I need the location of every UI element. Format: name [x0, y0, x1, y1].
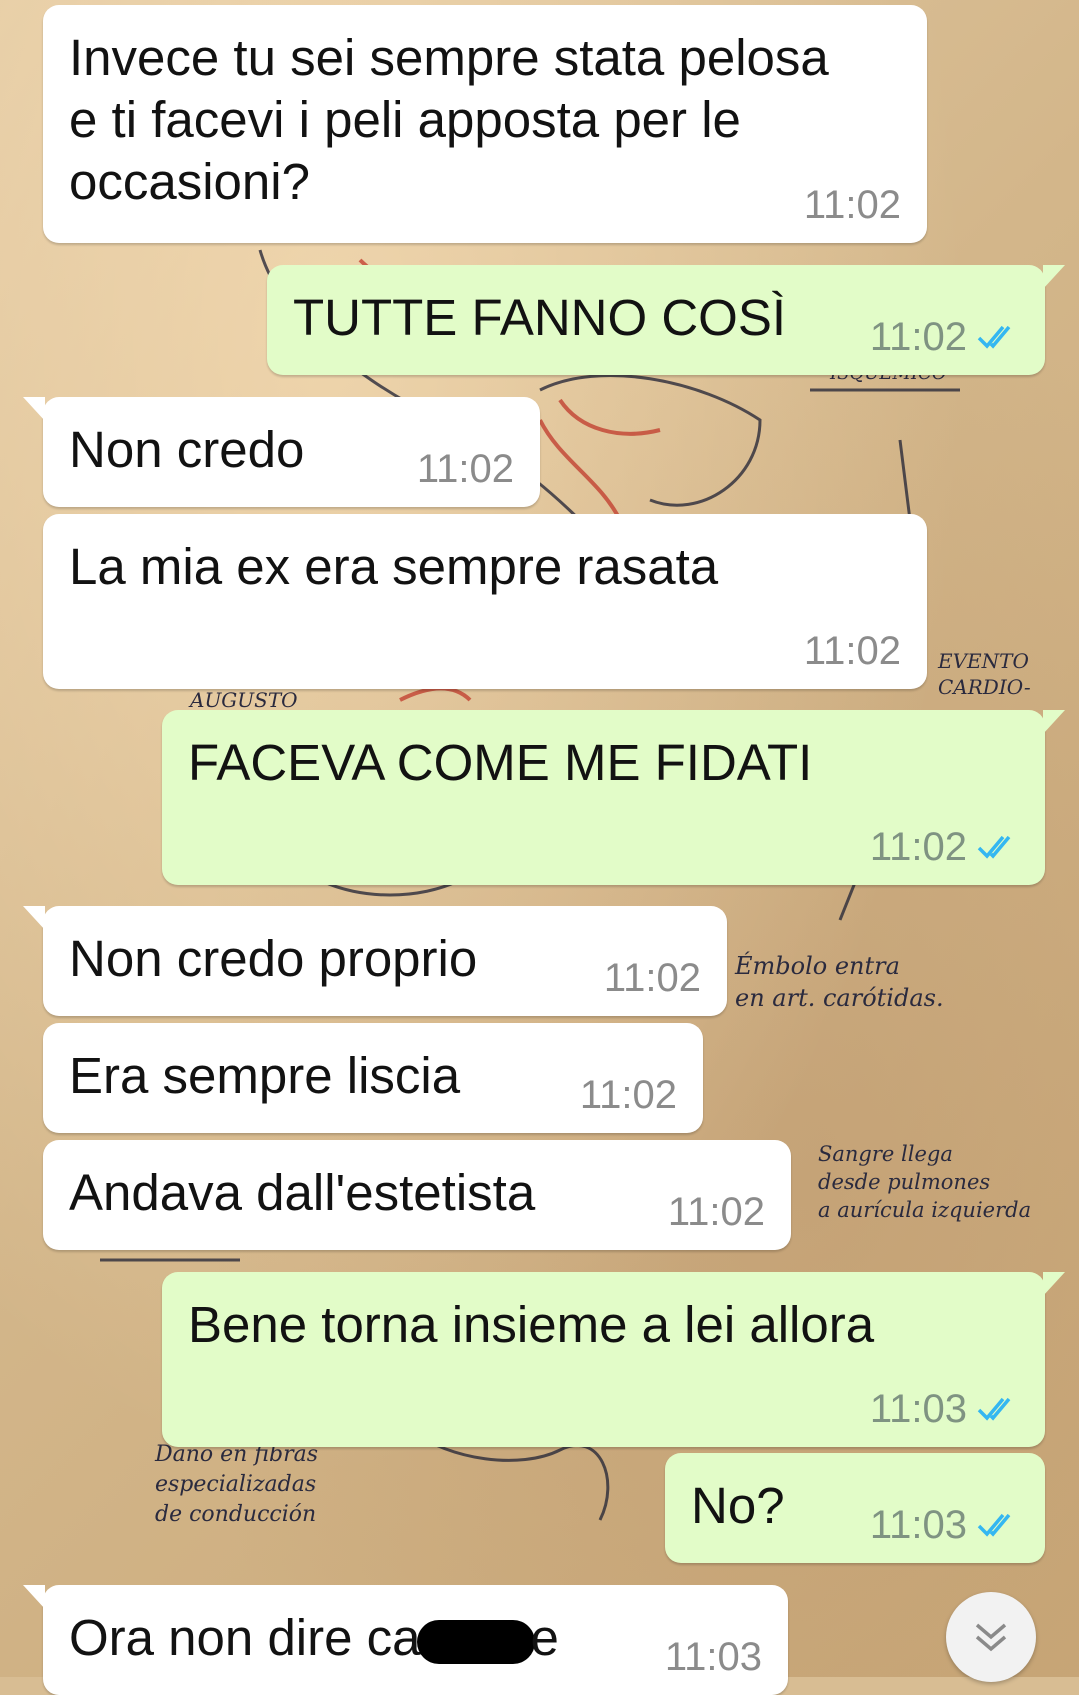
bubble-tail	[23, 1585, 45, 1609]
message-time: 11:03	[664, 1635, 762, 1679]
bubble-tail	[1043, 265, 1065, 289]
message-time: 11:02	[869, 825, 967, 869]
message-time: 11:02	[579, 1073, 677, 1117]
message-time: 11:02	[869, 315, 967, 359]
message-time: 11:03	[869, 1387, 967, 1431]
redaction-mark	[416, 1619, 535, 1664]
message-meta: 11:02	[580, 1075, 677, 1115]
message-text: Bene torna insieme a lei allora	[188, 1296, 875, 1353]
double-check-icon	[977, 1513, 1011, 1537]
message-time: 11:02	[416, 447, 514, 491]
message-bubble-incoming[interactable]: Non credo 11:02	[23, 397, 540, 507]
message-bubble-incoming[interactable]: Era sempre liscia 11:02	[43, 1023, 703, 1133]
message-bubble-outgoing[interactable]: Bene torna insieme a lei allora 11:03	[162, 1272, 1065, 1447]
message-meta: 11:03	[870, 1389, 1019, 1429]
message-bubble-incoming[interactable]: Andava dall'estetista 11:02	[43, 1140, 791, 1250]
message-text: Ora non dire ca e	[69, 1607, 768, 1669]
message-meta: 11:02	[668, 1192, 765, 1232]
message-text-part: e	[530, 1609, 559, 1666]
double-check-icon	[977, 835, 1011, 859]
message-meta: 11:02	[417, 449, 514, 489]
message-text: FACEVA COME ME FIDATI	[188, 734, 813, 791]
message-text-part: Ora non dire ca	[69, 1609, 421, 1666]
message-meta: 11:02	[804, 631, 901, 671]
message-time: 11:02	[803, 629, 901, 673]
bubble-tail	[23, 397, 45, 421]
bubble-tail	[1043, 710, 1065, 734]
double-check-icon	[977, 325, 1011, 349]
message-time: 11:02	[667, 1190, 765, 1234]
wallpaper-note: Émbolo entra en art. carótidas.	[735, 952, 944, 1012]
double-check-icon	[977, 1397, 1011, 1421]
message-bubble-incoming[interactable]: Ora non dire ca e 11:03	[23, 1585, 788, 1695]
message-bubble-outgoing[interactable]: No? 11:03	[665, 1453, 1045, 1563]
wallpaper-note: Sangre llega desde pulmones a aurícula i…	[818, 1142, 1032, 1222]
message-meta: 11:02	[804, 185, 901, 225]
message-time: 11:02	[603, 956, 701, 1000]
wallpaper-note: EVENTO CARDIO-	[938, 649, 1031, 699]
message-time: 11:03	[869, 1503, 967, 1547]
message-meta: 11:03	[870, 1505, 1019, 1545]
message-bubble-outgoing[interactable]: TUTTE FANNO COSÌ 11:02	[267, 265, 1065, 375]
message-bubble-outgoing[interactable]: FACEVA COME ME FIDATI 11:02	[162, 710, 1065, 885]
message-text: Andava dall'estetista	[69, 1164, 536, 1221]
message-meta: 11:02	[870, 317, 1019, 357]
chevron-double-down-icon	[975, 1623, 1007, 1652]
message-meta: 11:03	[665, 1637, 762, 1677]
message-text: Invece tu sei sempre stata pelosa e ti f…	[69, 29, 829, 210]
message-meta: 11:02	[604, 958, 701, 998]
message-bubble-incoming[interactable]: Non credo proprio 11:02	[23, 906, 727, 1016]
scroll-to-bottom-button[interactable]	[946, 1592, 1036, 1682]
bubble-tail	[23, 906, 45, 930]
message-meta: 11:02	[870, 827, 1019, 867]
bubble-tail	[1043, 1272, 1065, 1296]
message-text: La mia ex era sempre rasata	[69, 538, 719, 595]
message-time: 11:02	[803, 183, 901, 227]
message-bubble-incoming[interactable]: La mia ex era sempre rasata 11:02	[43, 514, 927, 689]
wallpaper-note: Daño en fibras especializadas de conducc…	[155, 1442, 319, 1527]
message-bubble-incoming[interactable]: Invece tu sei sempre stata pelosa e ti f…	[43, 5, 927, 243]
